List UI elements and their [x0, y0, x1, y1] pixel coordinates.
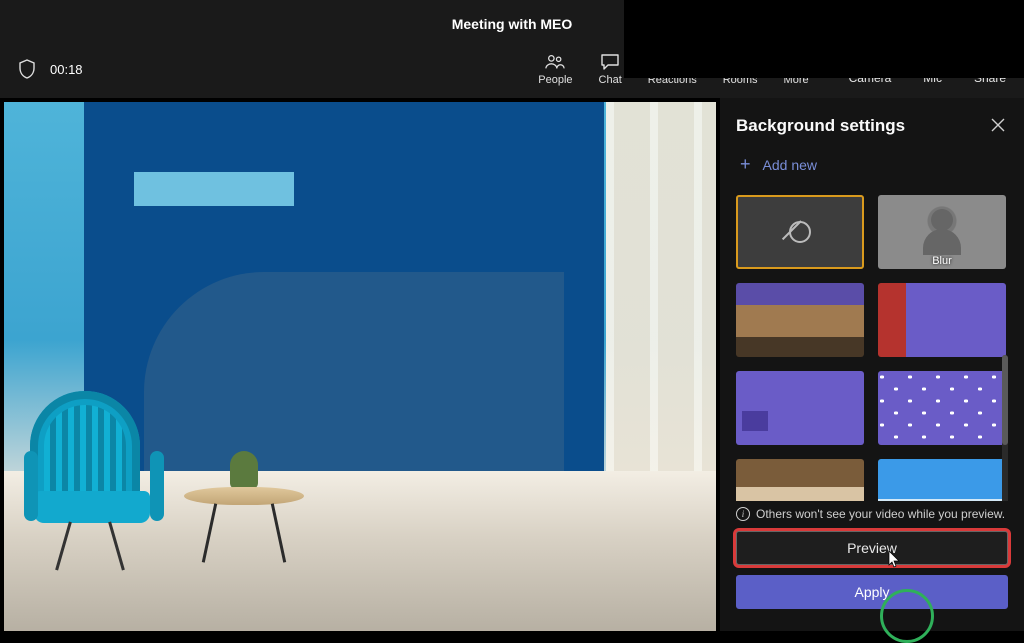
plus-icon: +: [740, 154, 751, 175]
meeting-title: Meeting with MEO: [452, 8, 573, 40]
preview-button[interactable]: Preview: [736, 531, 1008, 565]
background-option-none[interactable]: [736, 195, 864, 269]
blur-label: Blur: [878, 255, 1006, 267]
preview-info-text: Others won't see your video while you pr…: [756, 507, 1005, 521]
panel-title: Background settings: [736, 116, 905, 136]
background-settings-panel: Background settings + Add new Blur: [720, 98, 1024, 631]
call-timer: 00:18: [50, 62, 83, 77]
background-option-1[interactable]: [736, 283, 864, 357]
none-icon: [789, 221, 811, 243]
add-new-button[interactable]: + Add new: [736, 154, 1008, 175]
chat-label: Chat: [599, 74, 622, 86]
scrollbar-thumb[interactable]: [1002, 355, 1008, 445]
panel-header: Background settings: [736, 116, 1008, 136]
panel-footer: i Others won't see your video while you …: [736, 501, 1008, 619]
main-area: Background settings + Add new Blur: [0, 98, 1024, 631]
background-scene: [4, 102, 716, 631]
background-option-2[interactable]: [878, 283, 1006, 357]
scrollbar-track[interactable]: [1002, 355, 1008, 501]
apply-button[interactable]: Apply: [736, 575, 1008, 609]
shield-icon: [18, 59, 36, 79]
chat-button[interactable]: Chat: [599, 52, 622, 86]
close-icon: [990, 117, 1006, 133]
overlay-patch: [624, 0, 1024, 78]
info-icon: i: [736, 507, 750, 521]
people-icon: [545, 52, 565, 72]
add-new-label: Add new: [763, 157, 817, 173]
background-grid[interactable]: Blur: [736, 195, 1008, 501]
close-button[interactable]: [990, 117, 1008, 135]
background-option-3[interactable]: [736, 371, 864, 445]
background-option-4[interactable]: [878, 371, 1006, 445]
preview-info-row: i Others won't see your video while you …: [736, 507, 1008, 521]
background-option-blur[interactable]: Blur: [878, 195, 1006, 269]
people-button[interactable]: People: [538, 52, 572, 86]
preview-button-label: Preview: [847, 540, 897, 556]
background-option-6[interactable]: [878, 459, 1006, 501]
apply-button-label: Apply: [854, 584, 889, 600]
people-label: People: [538, 74, 572, 86]
video-preview: [4, 102, 716, 631]
chat-icon: [600, 52, 620, 72]
background-option-5[interactable]: [736, 459, 864, 501]
timer-group: 00:18: [18, 59, 83, 79]
